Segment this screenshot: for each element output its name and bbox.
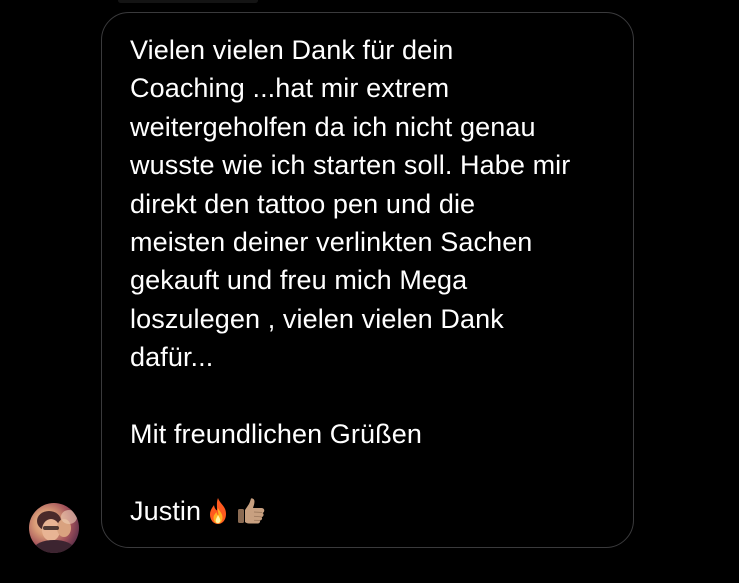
thumbs-up-emoji <box>235 496 265 526</box>
signature-line: Justin <box>130 492 620 530</box>
message-line: direkt den tattoo pen und die <box>130 188 476 219</box>
sender-avatar[interactable] <box>29 503 79 553</box>
message-signature: Justin <box>130 495 202 526</box>
message-line: loszulegen , vielen vielen Dank <box>130 303 504 334</box>
previous-message-edge <box>118 0 258 3</box>
message-line: wusste wie ich starten soll. Habe mir <box>130 150 571 181</box>
message-line: meisten deiner verlinkten Sachen <box>130 226 533 257</box>
message-line: Vielen vielen Dank für dein <box>130 35 454 65</box>
fire-emoji <box>203 496 233 526</box>
message-closing: Mit freundlichen Grüßen <box>130 418 422 449</box>
message-text: Vielen vielen Dank für dein Coaching ...… <box>130 31 620 530</box>
message-line: weitergeholfen da ich nicht genau <box>130 111 536 142</box>
message-line: dafür... <box>130 342 214 373</box>
message-line: gekauft und freu mich Mega <box>130 265 468 296</box>
message-line: Coaching ...hat mir extrem <box>130 73 450 104</box>
message-bubble[interactable]: Vielen vielen Dank für dein Coaching ...… <box>101 12 634 548</box>
